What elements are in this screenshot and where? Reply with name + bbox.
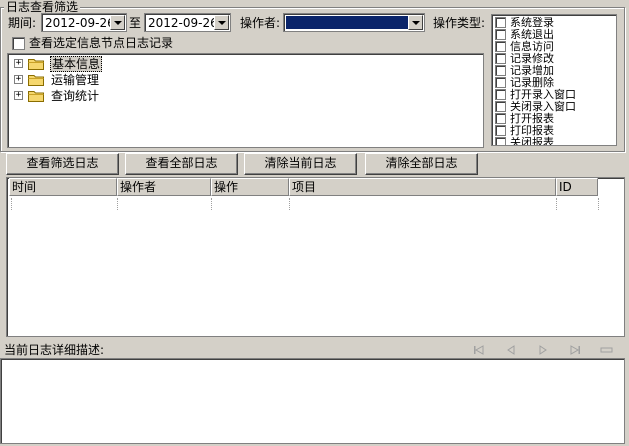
- detail-label: 当前日志详细描述:: [4, 343, 105, 357]
- date-from-picker[interactable]: 2012-09-26: [41, 13, 127, 32]
- optype-checkbox[interactable]: [495, 41, 506, 52]
- clear-all-log-button[interactable]: 清除全部日志: [365, 153, 478, 175]
- column-header-operation[interactable]: 操作: [211, 178, 289, 196]
- column-gridline: [11, 198, 12, 210]
- optype-checkbox[interactable]: [495, 53, 506, 64]
- tree-node-label: 查询统计: [51, 89, 100, 103]
- close-icon[interactable]: [600, 344, 614, 359]
- to-label: 至: [129, 16, 142, 30]
- column-gridline: [598, 198, 599, 210]
- column-header-id[interactable]: ID: [556, 178, 598, 196]
- operator-select[interactable]: [283, 13, 425, 32]
- column-header-item[interactable]: 项目: [289, 178, 556, 196]
- optype-checkbox[interactable]: [495, 125, 506, 136]
- period-label: 期间:: [8, 16, 37, 30]
- optype-checkbox[interactable]: [495, 17, 506, 28]
- date-to-dropdown-icon[interactable]: [214, 15, 229, 30]
- optype-checkbox[interactable]: [495, 137, 506, 145]
- optype-list[interactable]: 系统登录 系统退出 信息访问 记录修改 记录增加 记录删除 打开录入窗口 关闭录入窗口 打开报表…: [491, 14, 617, 146]
- info-node-tree[interactable]: + 基本信息 + 运输管理 + 查询统计: [7, 53, 484, 148]
- operator-selection-highlight: [286, 16, 408, 29]
- optype-checkbox[interactable]: [495, 101, 506, 112]
- optype-checkbox[interactable]: [495, 29, 506, 40]
- next-icon[interactable]: [537, 344, 549, 359]
- expand-icon[interactable]: +: [14, 75, 23, 84]
- column-header-time[interactable]: 时间: [9, 178, 117, 196]
- operator-label: 操作者:: [240, 16, 281, 30]
- date-from-dropdown-icon[interactable]: [110, 15, 125, 30]
- optype-checkbox[interactable]: [495, 65, 506, 76]
- folder-icon: [28, 91, 44, 102]
- date-to-value: 2012-09-26: [148, 16, 218, 30]
- folder-icon: [28, 59, 44, 70]
- view-filtered-log-button[interactable]: 查看筛选日志: [6, 153, 119, 175]
- column-gridline: [211, 198, 212, 210]
- column-gridline: [556, 198, 557, 210]
- optype-label-text: 关闭报表: [510, 136, 554, 146]
- date-from-value: 2012-09-26: [45, 16, 115, 30]
- column-header-operator[interactable]: 操作者: [117, 178, 211, 196]
- optype-item[interactable]: 关闭报表: [494, 136, 616, 146]
- node-log-checkbox-label: 查看选定信息节点日志记录: [29, 36, 174, 50]
- operator-dropdown-icon[interactable]: [408, 15, 423, 30]
- column-gridline: [289, 198, 290, 210]
- optype-checkbox[interactable]: [495, 113, 506, 124]
- clear-current-log-button[interactable]: 清除当前日志: [244, 153, 357, 175]
- first-icon[interactable]: [473, 344, 485, 359]
- prev-icon[interactable]: [505, 344, 517, 359]
- filter-group-title: 日志查看筛选: [4, 0, 81, 14]
- node-log-checkbox[interactable]: [12, 37, 25, 50]
- optype-checkbox[interactable]: [495, 89, 506, 100]
- column-gridline: [117, 198, 118, 210]
- expand-icon[interactable]: +: [14, 91, 23, 100]
- optype-checkbox[interactable]: [495, 77, 506, 88]
- folder-icon: [28, 75, 44, 86]
- view-all-log-button[interactable]: 查看全部日志: [125, 153, 238, 175]
- optype-label: 操作类型:: [433, 16, 486, 30]
- log-table[interactable]: 时间 操作者 操作 项目 ID: [6, 177, 625, 337]
- last-icon[interactable]: [569, 344, 581, 359]
- tree-node-label: 基本信息: [50, 56, 103, 72]
- detail-textarea[interactable]: [0, 358, 625, 444]
- date-to-picker[interactable]: 2012-09-26: [144, 13, 231, 32]
- expand-icon[interactable]: +: [14, 59, 23, 68]
- tree-node-label: 运输管理: [51, 73, 100, 87]
